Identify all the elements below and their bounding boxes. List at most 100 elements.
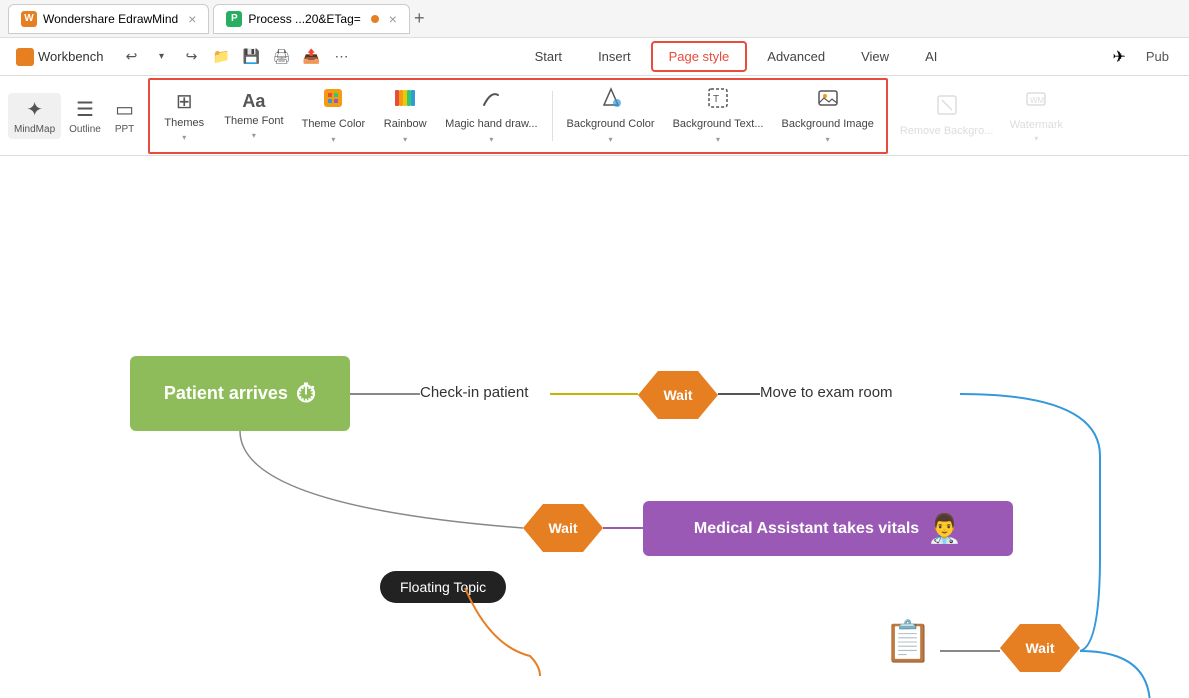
page-style-toolbar: ⊞ Themes ▾ Aa Theme Font ▾ Theme Color ▾ xyxy=(148,78,888,154)
outline-tool[interactable]: ☰ Outline xyxy=(63,93,107,139)
pub-button[interactable]: Pub xyxy=(1134,45,1181,68)
mindmap-label: MindMap xyxy=(14,124,55,135)
divider-1 xyxy=(552,91,553,141)
tab-group: W Wondershare EdrawMind × P Process ...2… xyxy=(8,4,1181,34)
wait-3-text: Wait xyxy=(1025,640,1054,656)
wait-1-text: Wait xyxy=(663,387,692,403)
app-icon-1: W xyxy=(21,11,37,27)
themes-button[interactable]: ⊞ Themes ▾ xyxy=(154,83,214,148)
node-patient-arrives[interactable]: Patient arrives ⏱ xyxy=(130,356,350,431)
svg-text:WM: WM xyxy=(1030,96,1045,105)
redo-button[interactable]: ↪ xyxy=(178,43,206,71)
node-wait-1[interactable]: Wait xyxy=(638,371,718,419)
tab-ai[interactable]: AI xyxy=(909,43,953,70)
bg-text-label: Background Text... xyxy=(673,118,764,131)
move-exam-text: Move to exam room xyxy=(760,384,893,401)
ppt-icon: ▭ xyxy=(115,97,134,122)
app-tab-1-label: Wondershare EdrawMind xyxy=(43,12,178,26)
theme-font-chevron: ▾ xyxy=(252,131,256,140)
node-check-in[interactable]: Check-in patient xyxy=(420,384,528,401)
print-button[interactable]: 🖨 xyxy=(268,43,296,71)
full-toolbar: ✦ MindMap ☰ Outline ▭ PPT ⊞ Themes ▾ Aa … xyxy=(0,76,1189,156)
menu-right: ✈ Pub xyxy=(1112,45,1181,68)
menu-actions: ↩ ▾ ↪ 📁 💾 🖨 📤 ⋯ xyxy=(118,43,356,71)
nav-tabs: Start Insert Page style Advanced View AI xyxy=(362,41,1111,72)
more-actions[interactable]: ⋯ xyxy=(328,43,356,71)
app-icon-2: P xyxy=(226,11,242,27)
bg-color-chevron: ▾ xyxy=(609,135,613,144)
patient-arrives-text: Patient arrives xyxy=(164,383,288,404)
tab-view[interactable]: View xyxy=(845,43,905,70)
theme-font-label: Theme Font xyxy=(224,115,283,128)
watermark-button: WM Watermark ▾ xyxy=(1001,82,1071,149)
ppt-label: PPT xyxy=(115,124,134,135)
themes-icon: ⊞ xyxy=(176,89,193,114)
bg-color-label: Background Color xyxy=(567,118,655,131)
workbench-button[interactable]: Workbench xyxy=(8,44,112,70)
rainbow-chevron: ▾ xyxy=(403,135,407,144)
tab-start[interactable]: Start xyxy=(519,43,578,70)
tab-unsaved-dot xyxy=(371,15,379,23)
undo-dropdown[interactable]: ▾ xyxy=(148,43,176,71)
bg-image-chevron: ▾ xyxy=(826,135,830,144)
node-move-exam[interactable]: Move to exam room xyxy=(760,384,893,401)
wait-2-text: Wait xyxy=(548,520,577,536)
watermark-label: Watermark xyxy=(1010,119,1063,131)
floating-topic-text: Floating Topic xyxy=(400,579,486,595)
node-wait-2[interactable]: Wait xyxy=(523,504,603,552)
node-wait-3[interactable]: Wait xyxy=(1000,624,1080,672)
clipboard-icon: 📋 xyxy=(883,618,933,665)
theme-font-button[interactable]: Aa Theme Font ▾ xyxy=(216,85,291,146)
node-medical[interactable]: Medical Assistant takes vitals 👨‍⚕️ xyxy=(643,501,1013,556)
magic-hand-icon xyxy=(480,87,502,115)
bg-color-icon xyxy=(600,87,622,115)
themes-label: Themes xyxy=(164,117,204,130)
canvas-area[interactable]: Patient arrives ⏱ Check-in patient Wait … xyxy=(0,156,1189,698)
bg-text-icon: T xyxy=(707,87,729,115)
bg-text-button[interactable]: T Background Text... ▾ xyxy=(665,81,772,149)
outline-icon: ☰ xyxy=(76,97,94,122)
workbench-icon xyxy=(16,48,34,66)
compass-icon: ⏱ xyxy=(296,378,316,410)
ppt-tool[interactable]: ▭ PPT xyxy=(109,93,140,139)
remove-bg-icon xyxy=(936,94,958,122)
bg-image-button[interactable]: Background Image ▾ xyxy=(773,81,881,149)
tab-page-style[interactable]: Page style xyxy=(651,41,748,72)
undo-button[interactable]: ↩ xyxy=(118,43,146,71)
mindmap-icon: ✦ xyxy=(26,97,43,122)
watermark-icon: WM xyxy=(1025,88,1047,116)
open-folder[interactable]: 📁 xyxy=(208,43,236,71)
rainbow-label: Rainbow xyxy=(384,118,427,131)
send-icon: ✈ xyxy=(1112,47,1125,67)
theme-color-chevron: ▾ xyxy=(331,135,335,144)
app-tab-1[interactable]: W Wondershare EdrawMind × xyxy=(8,4,209,34)
app-tab-2-label: Process ...20&ETag= xyxy=(248,12,360,26)
node-floating-topic[interactable]: Floating Topic xyxy=(380,571,506,603)
medical-text: Medical Assistant takes vitals xyxy=(694,520,919,538)
title-bar: W Wondershare EdrawMind × P Process ...2… xyxy=(0,0,1189,38)
outline-label: Outline xyxy=(69,124,101,135)
rainbow-button[interactable]: Rainbow ▾ xyxy=(375,81,435,149)
bg-image-label: Background Image xyxy=(781,118,873,131)
bg-color-button[interactable]: Background Color ▾ xyxy=(559,81,663,149)
magic-hand-label: Magic hand draw... xyxy=(445,118,537,131)
svg-text:T: T xyxy=(713,94,719,105)
bg-text-chevron: ▾ xyxy=(716,135,720,144)
tab-advanced[interactable]: Advanced xyxy=(751,43,841,70)
app-tab-2[interactable]: P Process ...20&ETag= × xyxy=(213,4,410,34)
theme-color-icon xyxy=(322,87,344,115)
tab-insert[interactable]: Insert xyxy=(582,43,647,70)
watermark-chevron: ▾ xyxy=(1034,134,1038,143)
theme-color-label: Theme Color xyxy=(302,118,366,131)
tab-1-close[interactable]: × xyxy=(188,11,196,27)
save-button[interactable]: 💾 xyxy=(238,43,266,71)
bg-image-icon xyxy=(817,87,839,115)
themes-chevron: ▾ xyxy=(182,133,186,142)
export-button[interactable]: 📤 xyxy=(298,43,326,71)
tab-2-close[interactable]: × xyxy=(389,11,397,27)
magic-hand-button[interactable]: Magic hand draw... ▾ xyxy=(437,81,545,149)
remove-bg-button: Remove Backgro... xyxy=(892,88,1002,143)
mindmap-tool[interactable]: ✦ MindMap xyxy=(8,93,61,139)
add-tab-button[interactable]: + xyxy=(414,8,425,29)
theme-color-button[interactable]: Theme Color ▾ xyxy=(294,81,374,149)
